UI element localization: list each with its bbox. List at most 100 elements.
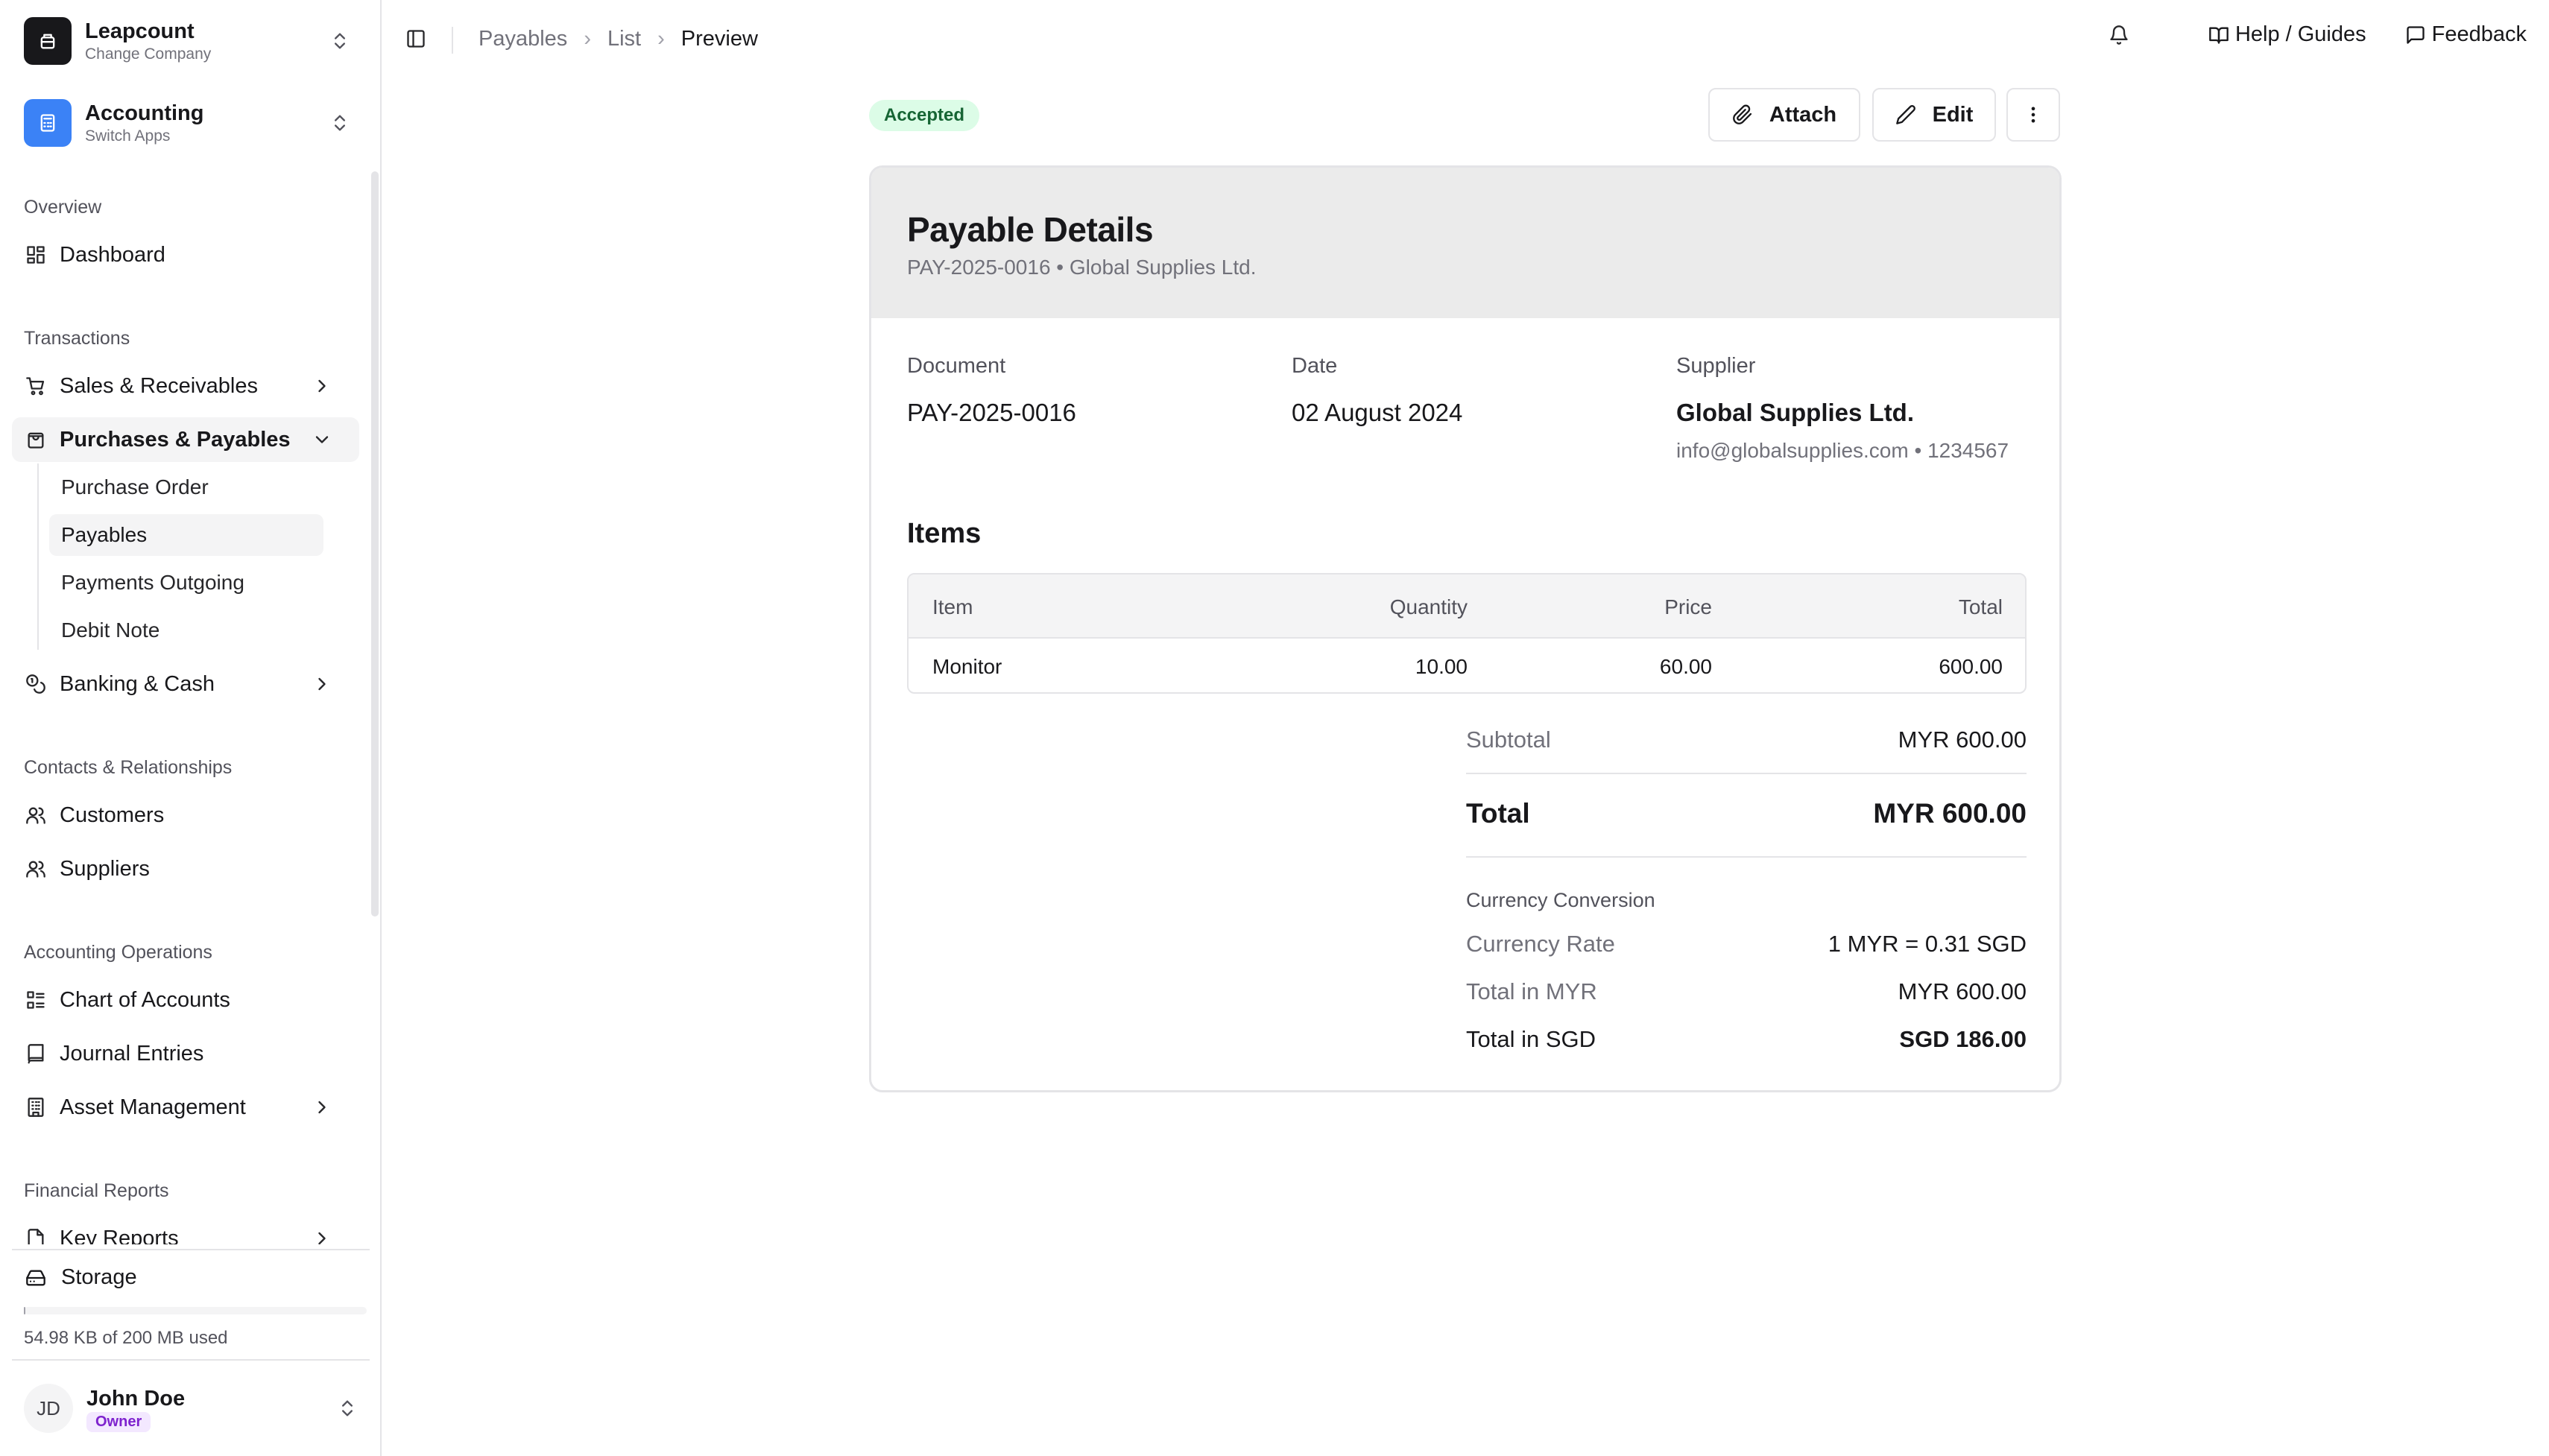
calculator-icon	[24, 99, 72, 147]
storage-progress-fill	[24, 1307, 26, 1314]
cell-quantity: 10.00	[1415, 655, 1468, 678]
total-value: MYR 600.00	[1873, 798, 2027, 829]
total-label: Total	[1466, 798, 1530, 829]
company-switcher[interactable]: Leapcount Change Company	[12, 7, 362, 75]
total-myr-row: Total in MYR MYR 600.00	[1466, 978, 2027, 1005]
sidebar-item-suppliers[interactable]: Suppliers	[12, 846, 359, 891]
chevrons-up-down-icon	[335, 33, 345, 49]
app-switcher[interactable]: Accounting Switch Apps	[12, 89, 362, 156]
cell-price: 60.00	[1659, 655, 1712, 678]
edit-button[interactable]: Edit	[1872, 88, 1996, 142]
section-overview: Overview	[24, 197, 102, 218]
pencil-icon	[1895, 105, 1915, 124]
user-name: John Doe	[86, 1386, 186, 1411]
total-sgd-value: SGD 186.00	[1899, 1026, 2027, 1052]
sidebar-item-sales[interactable]: Sales & Receivables	[12, 364, 359, 408]
section-contacts: Contacts & Relationships	[24, 757, 233, 778]
chevron-right-icon: ›	[584, 27, 591, 51]
currency-rate-label: Currency Rate	[1466, 931, 1615, 957]
chevron-down-icon	[315, 436, 329, 443]
total-sgd-row: Total in SGD SGD 186.00	[1466, 1026, 2027, 1053]
sidebar-item-dashboard[interactable]: Dashboard	[12, 232, 359, 277]
company-name: Leapcount	[85, 19, 195, 43]
sidebar-item-label: Asset Management	[60, 1095, 246, 1119]
subtotal-row: Subtotal MYR 600.00	[1466, 727, 2027, 753]
cell-total: 600.00	[1939, 655, 2003, 678]
more-vertical-icon	[2031, 107, 2035, 123]
sidebar-toggle-icon[interactable]	[405, 28, 426, 49]
bell-icon[interactable]	[2109, 25, 2129, 45]
storage-progress-bar	[24, 1307, 367, 1314]
top-bar: Payables › List › Preview Help / Guides …	[382, 0, 2549, 80]
sidebar-item-label: Key Reports	[60, 1226, 179, 1245]
total-myr-label: Total in MYR	[1466, 978, 1597, 1004]
storage-label: Storage	[61, 1265, 137, 1289]
sidebar-item-journal-entries[interactable]: Journal Entries	[12, 1031, 359, 1076]
breadcrumb-list[interactable]: List	[607, 27, 641, 51]
payable-details-card: Payable Details PAY-2025-0016 • Global S…	[869, 165, 2062, 1092]
chevron-right-icon	[318, 379, 326, 393]
sidebar-subitem-payables[interactable]: Payables	[49, 514, 323, 556]
sidebar-item-banking[interactable]: Banking & Cash	[12, 662, 359, 706]
chevron-right-icon	[318, 677, 326, 691]
sidebar-subitem-debit-note[interactable]: Debit Note	[49, 610, 323, 651]
col-item: Item	[932, 595, 973, 618]
storage-used-text: 54.98 KB of 200 MB used	[24, 1328, 228, 1348]
col-price: Price	[1664, 595, 1712, 618]
document-label: Document	[907, 354, 1006, 378]
divider	[1466, 856, 2027, 858]
submenu-guide-line	[37, 463, 39, 650]
users-icon	[26, 861, 45, 878]
sidebar: Leapcount Change Company Accounting Swit…	[0, 0, 382, 1456]
edit-label: Edit	[1932, 102, 1974, 127]
cell-item: Monitor	[932, 655, 1002, 678]
breadcrumb-current: Preview	[680, 27, 758, 51]
document-value: PAY-2025-0016	[907, 399, 1076, 426]
sidebar-item-label: Sales & Receivables	[60, 373, 258, 398]
help-guides-label: Help / Guides	[2234, 22, 2366, 46]
sidebar-item-asset-management[interactable]: Asset Management	[12, 1085, 359, 1130]
app-name: Accounting	[85, 101, 204, 125]
currency-rate-value: 1 MYR = 0.31 SGD	[1828, 931, 2027, 957]
sidebar-item-purchases[interactable]: Purchases & Payables	[12, 417, 359, 462]
section-transactions: Transactions	[24, 328, 130, 349]
supplier-contact: info@globalsupplies.com • 1234567	[1676, 439, 2009, 462]
avatar: JD	[24, 1384, 73, 1433]
sidebar-item-label: Suppliers	[60, 856, 150, 881]
items-heading: Items	[907, 518, 982, 549]
shopping-bag-icon	[28, 432, 44, 449]
status-badge: Accepted	[869, 100, 980, 131]
total-sgd-label: Total in SGD	[1466, 1026, 1596, 1052]
items-table: Item Quantity Price Total Monitor 10.00 …	[907, 573, 2027, 694]
help-guides-button[interactable]: Help / Guides	[2208, 22, 2366, 47]
file-chart-icon	[28, 1229, 44, 1244]
company-logo-icon	[24, 17, 72, 65]
divider	[1466, 773, 2027, 774]
storage-panel: Storage 54.98 KB of 200 MB used	[12, 1249, 370, 1348]
feedback-button[interactable]: Feedback	[2405, 22, 2527, 47]
sidebar-item-customers[interactable]: Customers	[12, 793, 359, 838]
book-open-icon	[2209, 27, 2229, 44]
chevron-right-icon	[318, 1101, 326, 1114]
paperclip-icon	[1733, 104, 1752, 124]
sidebar-scrollbar[interactable]	[371, 171, 379, 917]
sidebar-item-label: Customers	[60, 803, 165, 827]
sidebar-item-key-reports[interactable]: Key Reports	[12, 1216, 359, 1244]
sidebar-subitem-purchase-order[interactable]: Purchase Order	[49, 466, 323, 508]
storage-header[interactable]: Storage	[25, 1265, 137, 1290]
more-options-button[interactable]	[2006, 88, 2060, 142]
page-title: Payable Details	[907, 210, 1154, 249]
book-icon	[28, 1044, 44, 1064]
sidebar-nav: Overview Dashboard Transactions Sales & …	[0, 171, 370, 1244]
chevron-right-icon: ›	[657, 27, 665, 51]
attach-button[interactable]: Attach	[1708, 88, 1860, 142]
section-financial-reports: Financial Reports	[24, 1180, 169, 1201]
hard-drive-icon	[26, 1270, 45, 1285]
user-menu[interactable]: JD John Doe Owner	[12, 1359, 370, 1456]
company-switch-hint: Change Company	[85, 45, 212, 63]
sidebar-subitem-payments-outgoing[interactable]: Payments Outgoing	[49, 562, 323, 604]
breadcrumb-payables[interactable]: Payables	[478, 27, 567, 51]
sidebar-item-chart-of-accounts[interactable]: Chart of Accounts	[12, 978, 359, 1022]
supplier-value: Global Supplies Ltd.	[1676, 399, 1915, 426]
section-accounting-ops: Accounting Operations	[24, 942, 212, 963]
